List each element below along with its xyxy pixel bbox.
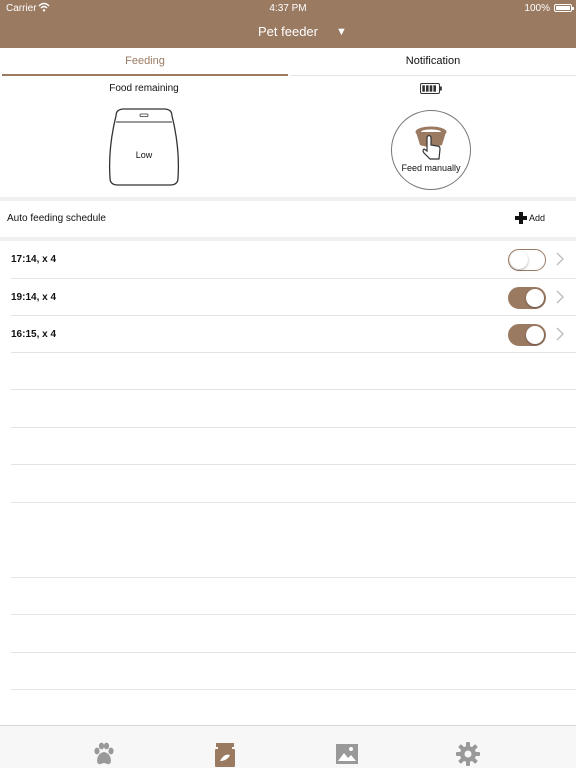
status-time: 4:37 PM — [269, 3, 307, 14]
settings-icon[interactable] — [455, 741, 481, 767]
row-divider — [11, 502, 576, 503]
tab-feeding[interactable]: Feeding — [2, 48, 288, 76]
chevron-right-icon — [556, 252, 564, 266]
gallery-icon[interactable] — [334, 741, 360, 767]
schedule-toggle[interactable] — [508, 287, 546, 309]
triangle-down-icon[interactable]: ▼ — [336, 26, 347, 38]
battery-percent: 100% — [524, 3, 550, 14]
schedule-row[interactable]: 16:15, x 4 — [0, 316, 576, 353]
row-divider — [11, 577, 576, 578]
food-bag-icon[interactable] — [212, 741, 238, 767]
row-divider — [11, 389, 576, 390]
bottom-tab-bar — [0, 725, 576, 768]
schedule-time: 19:14, x 4 — [11, 292, 57, 303]
chevron-right-icon — [556, 290, 564, 304]
row-divider — [11, 652, 576, 653]
schedule-toggle[interactable] — [508, 249, 546, 271]
section-divider — [0, 197, 576, 201]
tab-notification[interactable]: Notification — [290, 48, 576, 76]
feed-manually-label: Feed manually — [401, 163, 461, 173]
add-schedule-button[interactable]: Add — [515, 212, 545, 224]
app-root: Carrier 4:37 PM 100% Pet feeder ▼ Feedin… — [0, 0, 576, 768]
schedule-time: 17:14, x 4 — [11, 254, 57, 265]
schedule-row[interactable]: 19:14, x 4 — [0, 279, 576, 316]
bowl-tap-icon — [415, 126, 447, 160]
plus-icon — [515, 212, 527, 224]
schedule-row[interactable]: 17:14, x 4 — [0, 241, 576, 278]
feed-manually-button[interactable]: Feed manually — [391, 110, 471, 190]
battery-icon — [420, 83, 442, 94]
header: Carrier 4:37 PM 100% Pet feeder ▼ — [0, 0, 576, 48]
row-divider — [11, 427, 576, 428]
chevron-right-icon — [556, 327, 564, 341]
row-divider — [11, 352, 576, 353]
schedule-title: Auto feeding schedule — [7, 213, 106, 224]
paw-icon[interactable] — [91, 741, 117, 767]
add-label: Add — [529, 213, 546, 223]
food-level-text: Low — [135, 150, 153, 160]
row-divider — [11, 689, 576, 690]
page-title[interactable]: Pet feeder — [0, 24, 576, 39]
tab-bar: Feeding Notification — [0, 48, 576, 76]
schedule-time: 16:15, x 4 — [11, 329, 57, 340]
row-divider — [11, 464, 576, 465]
food-remaining-label: Food remaining — [109, 83, 179, 94]
status-bar: Carrier 4:37 PM 100% — [0, 0, 576, 16]
schedule-toggle[interactable] — [508, 324, 546, 346]
status-battery-icon — [554, 4, 574, 12]
food-container-icon — [108, 108, 180, 186]
row-divider — [11, 614, 576, 615]
